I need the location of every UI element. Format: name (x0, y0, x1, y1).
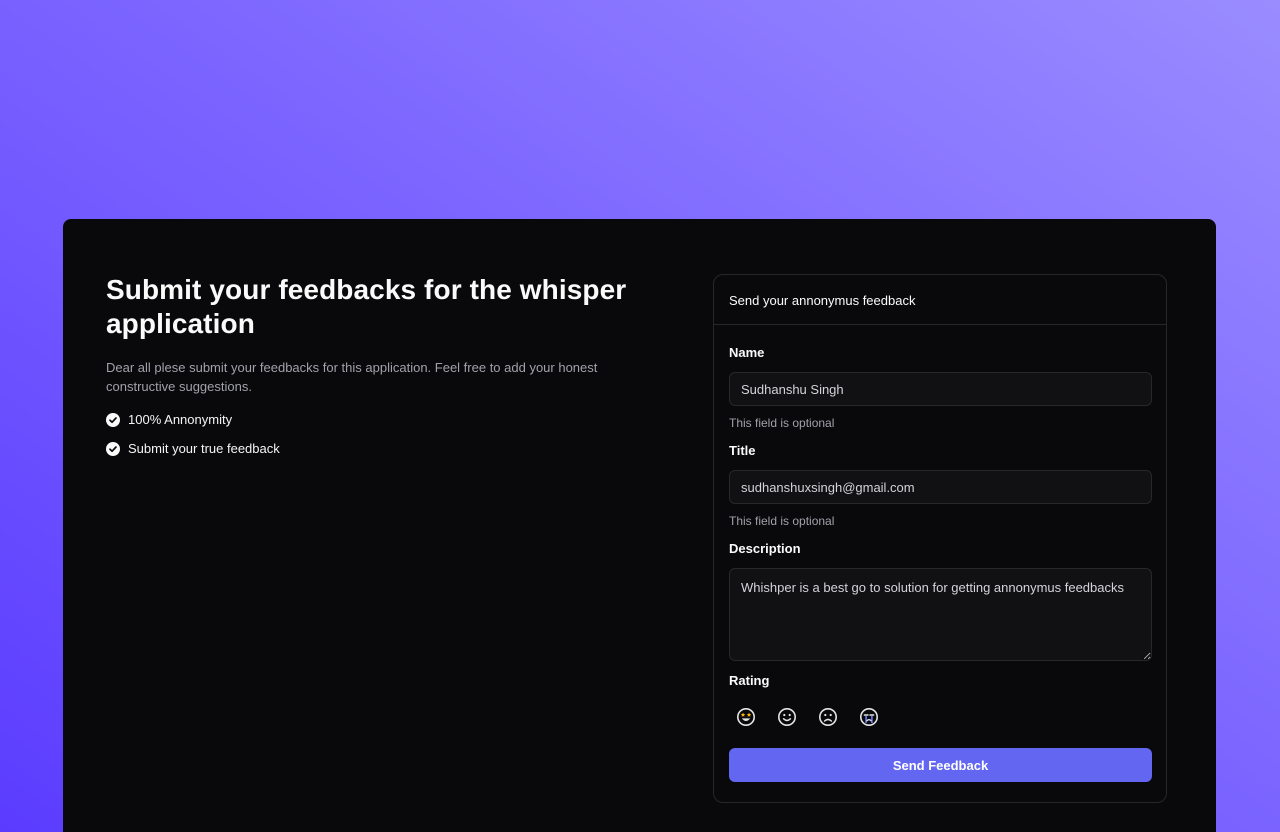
rating-label: Rating (729, 673, 770, 688)
feature-label: Submit your true feedback (128, 441, 280, 456)
name-label: Name (729, 345, 765, 360)
crying-face-icon[interactable] (859, 707, 879, 727)
intro-text: Dear all plese submit your feedbacks for… (106, 360, 598, 394)
frowning-face-icon[interactable] (818, 707, 838, 727)
title-label: Title (729, 443, 756, 458)
description-label: Description (729, 541, 801, 556)
feature-item-anonymity: 100% Annonymity (106, 412, 646, 427)
feedback-form: Send your annonymus feedback Name This f… (713, 274, 1167, 803)
page-title: Submit your feedbacks for the whisper ap… (106, 274, 627, 339)
name-input[interactable] (729, 372, 1152, 406)
description-textarea[interactable]: Whishper is a best go to solution for ge… (729, 568, 1152, 661)
title-hint: This field is optional (729, 514, 835, 528)
feature-label: 100% Annonymity (128, 412, 233, 427)
title-input[interactable] (729, 470, 1152, 504)
smiling-face-icon[interactable] (777, 707, 797, 727)
check-circle-icon (106, 412, 120, 427)
feature-item-true-feedback: Submit your true feedback (106, 441, 646, 456)
send-feedback-button[interactable]: Send Feedback (729, 748, 1152, 782)
star-struck-face-icon[interactable] (736, 707, 756, 727)
intro-section: Submit your feedbacks for the whisper ap… (106, 273, 646, 456)
rating-selector (729, 707, 1151, 727)
form-body: Name This field is optional Title This f… (714, 325, 1166, 782)
feedback-card: Submit your feedbacks for the whisper ap… (63, 219, 1216, 832)
form-title: Send your annonymus feedback (714, 275, 1166, 325)
name-hint: This field is optional (729, 416, 835, 430)
check-circle-icon (106, 441, 120, 456)
